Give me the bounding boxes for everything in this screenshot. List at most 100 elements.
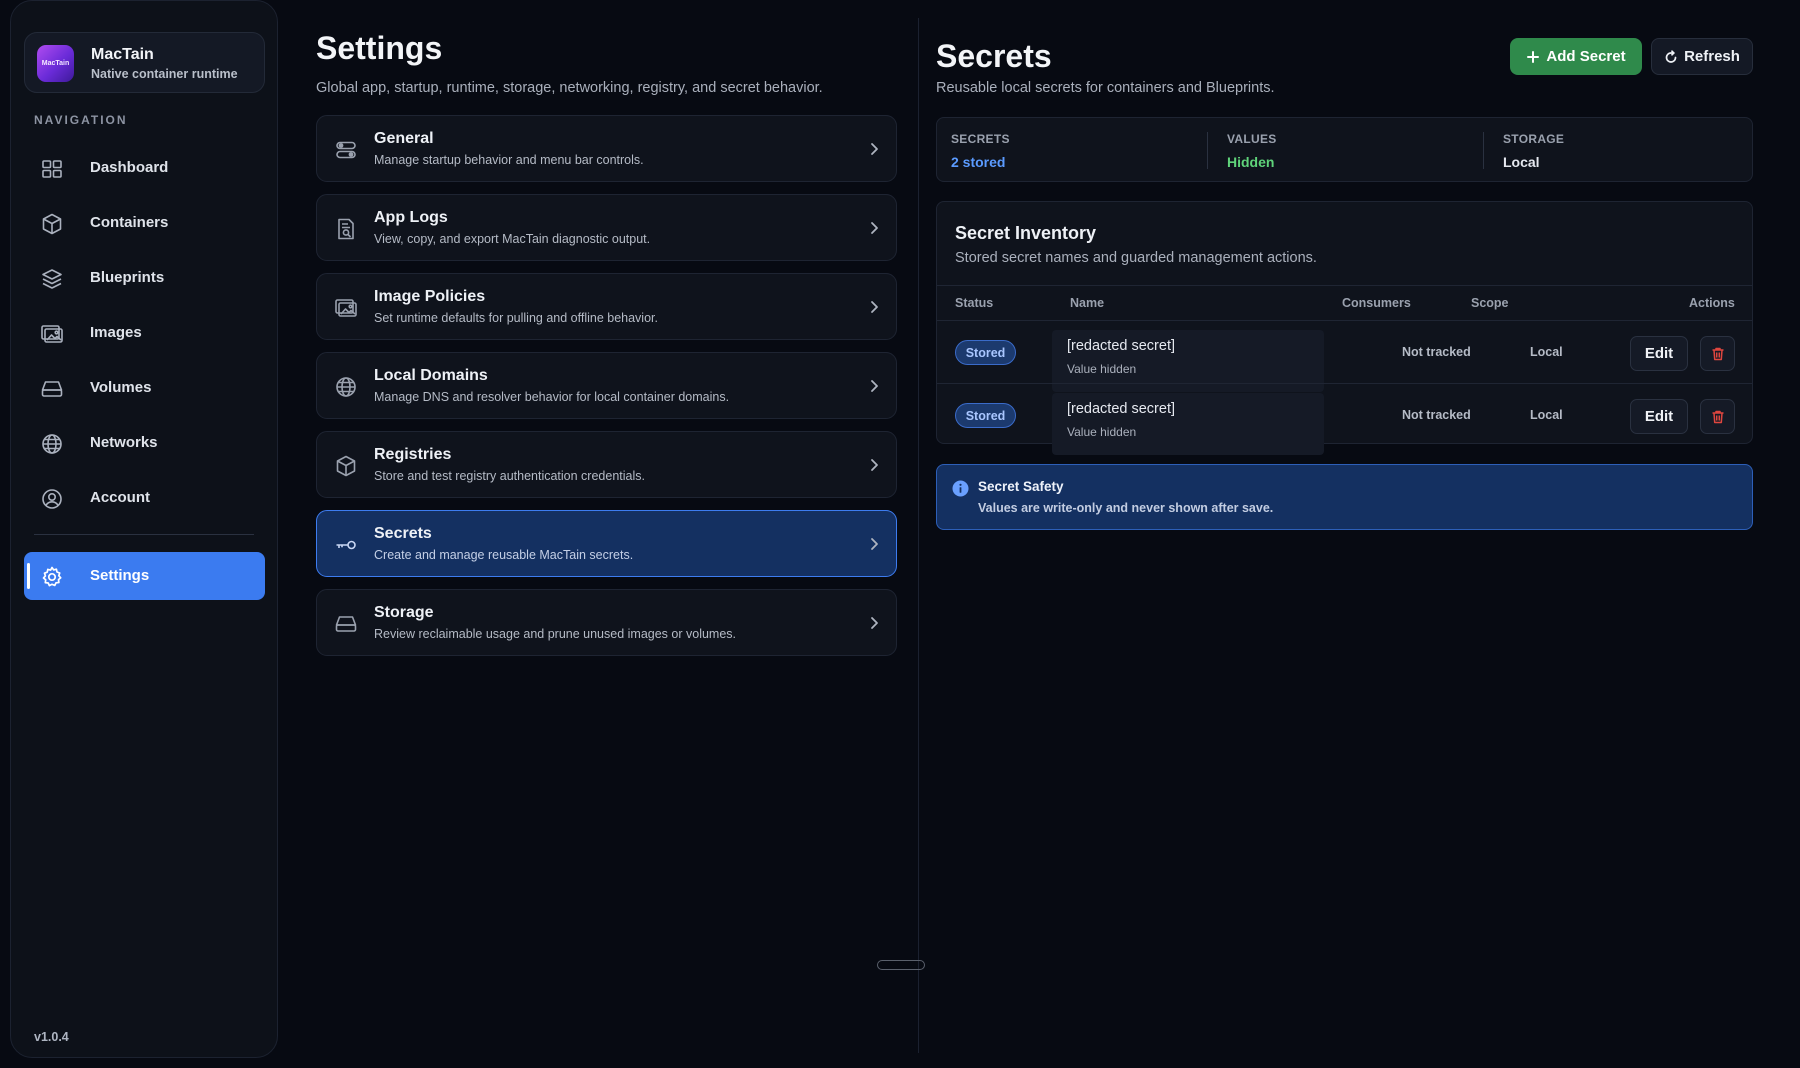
settings-card-local-domains[interactable]: Local Domains Manage DNS and resolver be…	[316, 352, 897, 419]
chevron-right-icon	[866, 614, 882, 632]
sidebar-item-label: Volumes	[90, 379, 152, 396]
settings-card-storage[interactable]: Storage Review reclaimable usage and pru…	[316, 589, 897, 656]
stat-value: Hidden	[1227, 154, 1275, 170]
settings-card-registries[interactable]: Registries Store and test registry authe…	[316, 431, 897, 498]
sidebar-item-label: Blueprints	[90, 269, 165, 286]
secret-safety-notice: Secret Safety Values are write-only and …	[936, 464, 1753, 530]
gear-icon	[40, 565, 64, 589]
secret-name: [redacted secret]	[1067, 401, 1175, 417]
secrets-stats-bar: SECRETS 2 stored VALUES Hidden STORAGE L…	[936, 117, 1753, 182]
secret-value-hint: Value hidden	[1067, 362, 1137, 376]
sidebar-item-settings[interactable]: Settings	[24, 552, 265, 600]
page-subtitle: Global app, startup, runtime, storage, n…	[316, 80, 823, 96]
stat-key: SECRETS	[951, 132, 1010, 146]
secret-consumers: Not tracked	[1402, 345, 1471, 359]
settings-card-image-policies[interactable]: Image Policies Set runtime defaults for …	[316, 273, 897, 340]
info-icon	[952, 480, 969, 497]
delete-button[interactable]	[1700, 399, 1735, 434]
sidebar-item-account[interactable]: Account	[24, 474, 265, 522]
inventory-title: Secret Inventory	[955, 223, 1097, 243]
drive-icon	[40, 377, 64, 401]
column-header-consumers: Consumers	[1342, 296, 1411, 310]
settings-card-title: App Logs	[374, 209, 448, 226]
page-title: Settings	[316, 30, 443, 66]
edit-button[interactable]: Edit	[1630, 336, 1688, 371]
stat-key: STORAGE	[1503, 132, 1565, 146]
sidebar-item-blueprints[interactable]: Blueprints	[24, 254, 265, 302]
stat-value: Local	[1503, 154, 1540, 170]
sidebar-item-images[interactable]: Images	[24, 309, 265, 357]
chevron-right-icon	[866, 535, 882, 553]
nav-divider	[34, 534, 254, 535]
settings-card-title: Storage	[374, 604, 434, 621]
sidebar: MacTain MacTain Native container runtime…	[10, 0, 278, 1058]
status-badge: Stored	[955, 403, 1016, 428]
drive-icon	[334, 612, 358, 636]
inventory-subtitle: Stored secret names and guarded manageme…	[955, 250, 1317, 266]
refresh-label: Refresh	[1684, 48, 1740, 65]
secret-consumers: Not tracked	[1402, 408, 1471, 422]
secret-scope: Local	[1530, 345, 1563, 359]
cube-icon	[334, 454, 358, 478]
safety-desc: Values are write-only and never shown af…	[978, 501, 1274, 515]
chevron-right-icon	[866, 377, 882, 395]
sidebar-item-containers[interactable]: Containers	[24, 199, 265, 247]
globe-icon	[334, 375, 358, 399]
split-drag-handle[interactable]	[877, 960, 925, 970]
settings-card-app-logs[interactable]: App Logs View, copy, and export MacTain …	[316, 194, 897, 261]
delete-button[interactable]	[1700, 336, 1735, 371]
sidebar-item-label: Containers	[90, 214, 169, 231]
app-logo: MacTain	[37, 45, 74, 82]
layers-icon	[40, 267, 64, 291]
column-divider	[918, 18, 919, 1053]
cube-icon	[40, 212, 64, 236]
add-secret-button[interactable]: Add Secret	[1510, 38, 1642, 75]
stat-value: 2 stored	[951, 154, 1006, 170]
trash-icon	[1710, 346, 1726, 362]
app-version: v1.0.4	[34, 1030, 69, 1044]
safety-title: Secret Safety	[978, 479, 1064, 494]
document-search-icon	[334, 217, 358, 241]
app-header-card: MacTain MacTain Native container runtime	[24, 32, 265, 93]
sidebar-item-volumes[interactable]: Volumes	[24, 364, 265, 412]
toggles-icon	[334, 138, 358, 162]
stat-divider	[1207, 132, 1208, 169]
plus-icon	[1526, 50, 1540, 64]
settings-card-general[interactable]: General Manage startup behavior and menu…	[316, 115, 897, 182]
secret-name-cell: [redacted secret] Value hidden	[1052, 393, 1324, 455]
stat-storage: STORAGE Local	[1503, 132, 1564, 170]
secrets-title: Secrets	[936, 38, 1052, 74]
settings-card-title: Image Policies	[374, 288, 486, 305]
sidebar-item-label: Account	[90, 489, 150, 506]
chevron-right-icon	[866, 219, 882, 237]
stat-values: VALUES Hidden	[1227, 132, 1277, 170]
app-logo-text: MacTain	[41, 60, 70, 67]
secret-value-hint: Value hidden	[1067, 425, 1137, 439]
key-icon	[334, 533, 358, 557]
stat-secrets: SECRETS 2 stored	[951, 132, 1010, 170]
settings-card-desc: View, copy, and export MacTain diagnosti…	[374, 232, 651, 246]
column-header-actions: Actions	[1689, 296, 1735, 310]
settings-card-desc: Create and manage reusable MacTain secre…	[374, 548, 634, 562]
edit-button[interactable]: Edit	[1630, 399, 1688, 434]
settings-card-title: Registries	[374, 446, 452, 463]
refresh-button[interactable]: Refresh	[1651, 38, 1753, 75]
column-header-status: Status	[955, 296, 994, 310]
app-name: MacTain	[91, 46, 154, 63]
settings-card-title: Local Domains	[374, 367, 488, 384]
images-icon	[334, 296, 358, 320]
settings-card-secrets[interactable]: Secrets Create and manage reusable MacTa…	[316, 510, 897, 577]
nav-heading: NAVIGATION	[34, 113, 128, 127]
settings-card-desc: Store and test registry authentication c…	[374, 469, 645, 483]
app-subtitle: Native container runtime	[91, 67, 238, 81]
sidebar-item-networks[interactable]: Networks	[24, 419, 265, 467]
trash-icon	[1710, 409, 1726, 425]
sidebar-item-label: Images	[90, 324, 142, 341]
chevron-right-icon	[866, 298, 882, 316]
column-header-name: Name	[1070, 296, 1105, 310]
secret-inventory-panel: Secret Inventory Stored secret names and…	[936, 201, 1753, 455]
settings-card-desc: Manage DNS and resolver behavior for loc…	[374, 390, 730, 404]
secret-scope: Local	[1530, 408, 1563, 422]
sidebar-item-dashboard[interactable]: Dashboard	[24, 144, 265, 192]
stat-divider	[1483, 132, 1484, 169]
